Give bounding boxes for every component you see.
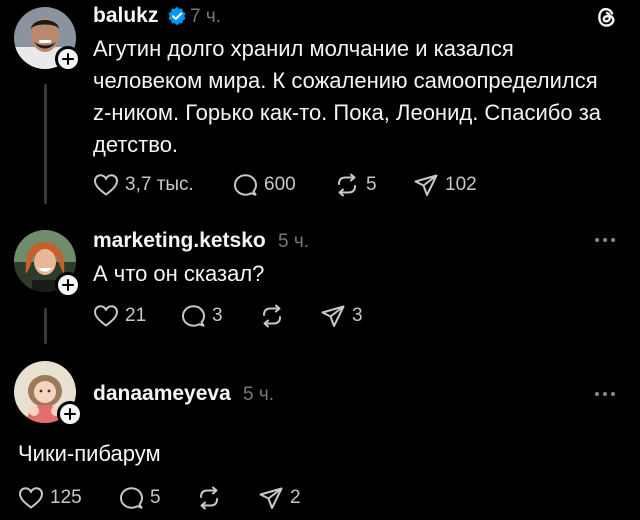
post-text-line: Агутин долго хранил молчание и казался xyxy=(93,36,514,61)
plus-icon xyxy=(64,408,76,420)
username[interactable]: danaameyeva xyxy=(93,382,231,406)
share-count: 2 xyxy=(290,487,301,508)
share-count: 102 xyxy=(445,174,477,195)
repost-icon xyxy=(338,173,356,197)
thread-line xyxy=(44,84,47,204)
repost-button[interactable] xyxy=(196,482,228,514)
more-icon xyxy=(595,392,599,396)
share-button[interactable]: 102 xyxy=(413,169,477,201)
comment-icon xyxy=(120,487,143,509)
follow-plus-button[interactable] xyxy=(55,272,81,298)
reply-button[interactable]: 5 xyxy=(118,482,161,514)
share-icon xyxy=(321,305,345,327)
username[interactable]: marketing.ketsko xyxy=(93,229,266,253)
plus-icon xyxy=(62,53,74,65)
heart-icon xyxy=(18,487,44,509)
follow-plus-button[interactable] xyxy=(55,46,81,72)
like-count: 3,7 тыс. xyxy=(125,174,194,195)
reply-count: 3 xyxy=(212,305,223,326)
post-time: 5 ч. xyxy=(278,231,310,252)
like-count: 21 xyxy=(125,305,147,326)
more-icon xyxy=(603,392,607,396)
share-button[interactable]: 3 xyxy=(320,300,363,332)
reply-count: 5 xyxy=(150,487,161,508)
like-button[interactable]: 3,7 тыс. xyxy=(93,169,194,201)
reply-count: 600 xyxy=(264,174,296,195)
repost-icon xyxy=(263,304,281,328)
repost-button[interactable] xyxy=(259,300,291,332)
share-icon xyxy=(414,174,438,196)
plus-icon xyxy=(62,279,74,291)
more-icon xyxy=(611,238,615,242)
more-icon xyxy=(611,392,615,396)
repost-button[interactable]: 5 xyxy=(334,169,377,201)
post-time: 5 ч. xyxy=(243,384,275,405)
repost-icon xyxy=(200,486,218,510)
post-text-line: человеком мира. К сожалению самоопредели… xyxy=(93,68,598,93)
repost-count: 5 xyxy=(366,174,377,195)
comment-icon xyxy=(234,174,257,196)
heart-icon xyxy=(93,305,119,327)
more-icon xyxy=(603,238,607,242)
share-count: 3 xyxy=(352,305,363,326)
follow-plus-button[interactable] xyxy=(57,401,83,427)
reply-button[interactable]: 3 xyxy=(180,300,223,332)
like-button[interactable]: 21 xyxy=(93,300,146,332)
share-icon xyxy=(259,487,283,509)
post-text: Чики-пибарум xyxy=(18,441,161,466)
post-text-line: z-ником. Горько как-то. Пока, Леонид. Сп… xyxy=(93,100,602,125)
more-options-button[interactable] xyxy=(595,392,615,396)
like-button[interactable]: 125 xyxy=(18,482,82,514)
more-options-button[interactable] xyxy=(595,238,615,242)
threads-logo-icon[interactable] xyxy=(593,4,619,30)
post-text-line: детство. xyxy=(93,132,179,157)
comment-icon xyxy=(182,305,205,327)
thread-line xyxy=(44,308,47,344)
like-count: 125 xyxy=(50,487,82,508)
post-time: 7 ч. xyxy=(190,6,222,27)
verified-badge-icon xyxy=(167,6,187,26)
username[interactable]: balukz xyxy=(93,4,158,28)
post-text: А что он сказал? xyxy=(93,261,265,286)
share-button[interactable]: 2 xyxy=(258,482,301,514)
reply-button[interactable]: 600 xyxy=(232,169,296,201)
post-text: Агутин долго хранил молчание и казался ч… xyxy=(93,33,633,161)
more-icon xyxy=(595,238,599,242)
heart-icon xyxy=(93,174,119,196)
